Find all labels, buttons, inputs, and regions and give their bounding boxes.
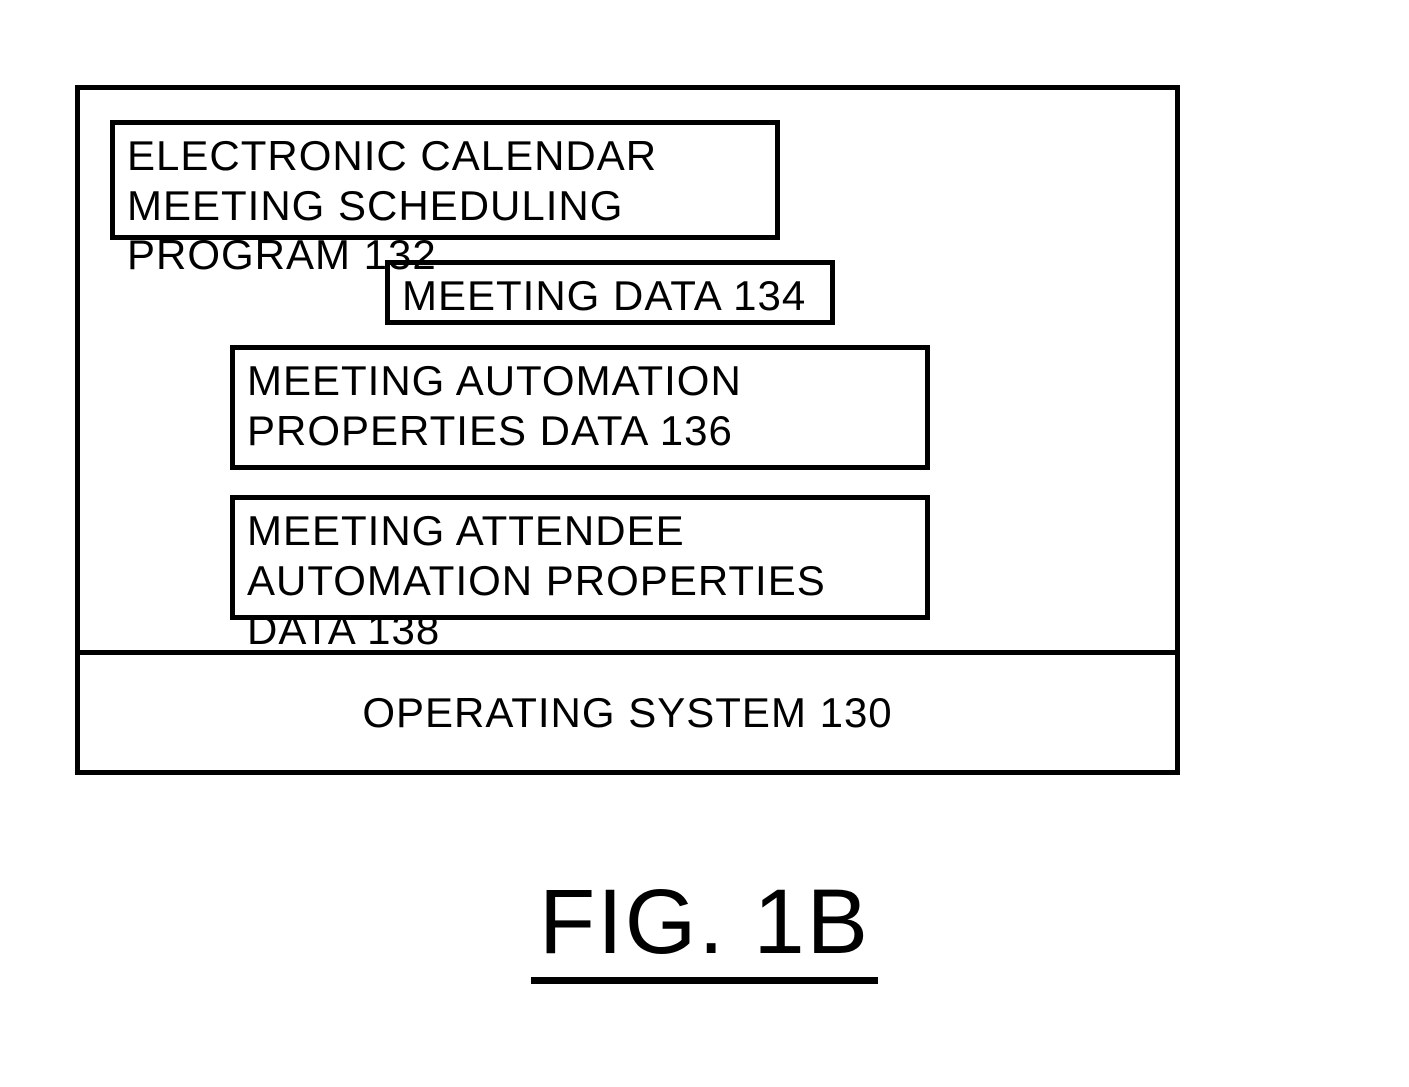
figure-canvas: ELECTRONIC CALENDAR MEETING SCHEDULING P… — [0, 0, 1409, 1087]
figure-label: FIG. 1B — [0, 870, 1409, 984]
meeting-attendee-automation-properties-box: MEETING ATTENDEE AUTOMATION PROPERTIES D… — [230, 495, 930, 620]
operating-system-box: OPERATING SYSTEM 130 — [80, 655, 1175, 770]
electronic-calendar-program-box: ELECTRONIC CALENDAR MEETING SCHEDULING P… — [110, 120, 780, 240]
system-block-outer: ELECTRONIC CALENDAR MEETING SCHEDULING P… — [75, 85, 1180, 775]
meeting-automation-properties-box: MEETING AUTOMATION PROPERTIES DATA 136 — [230, 345, 930, 470]
meeting-data-box: MEETING DATA 134 — [385, 260, 835, 325]
figure-label-text: FIG. 1B — [531, 870, 878, 984]
